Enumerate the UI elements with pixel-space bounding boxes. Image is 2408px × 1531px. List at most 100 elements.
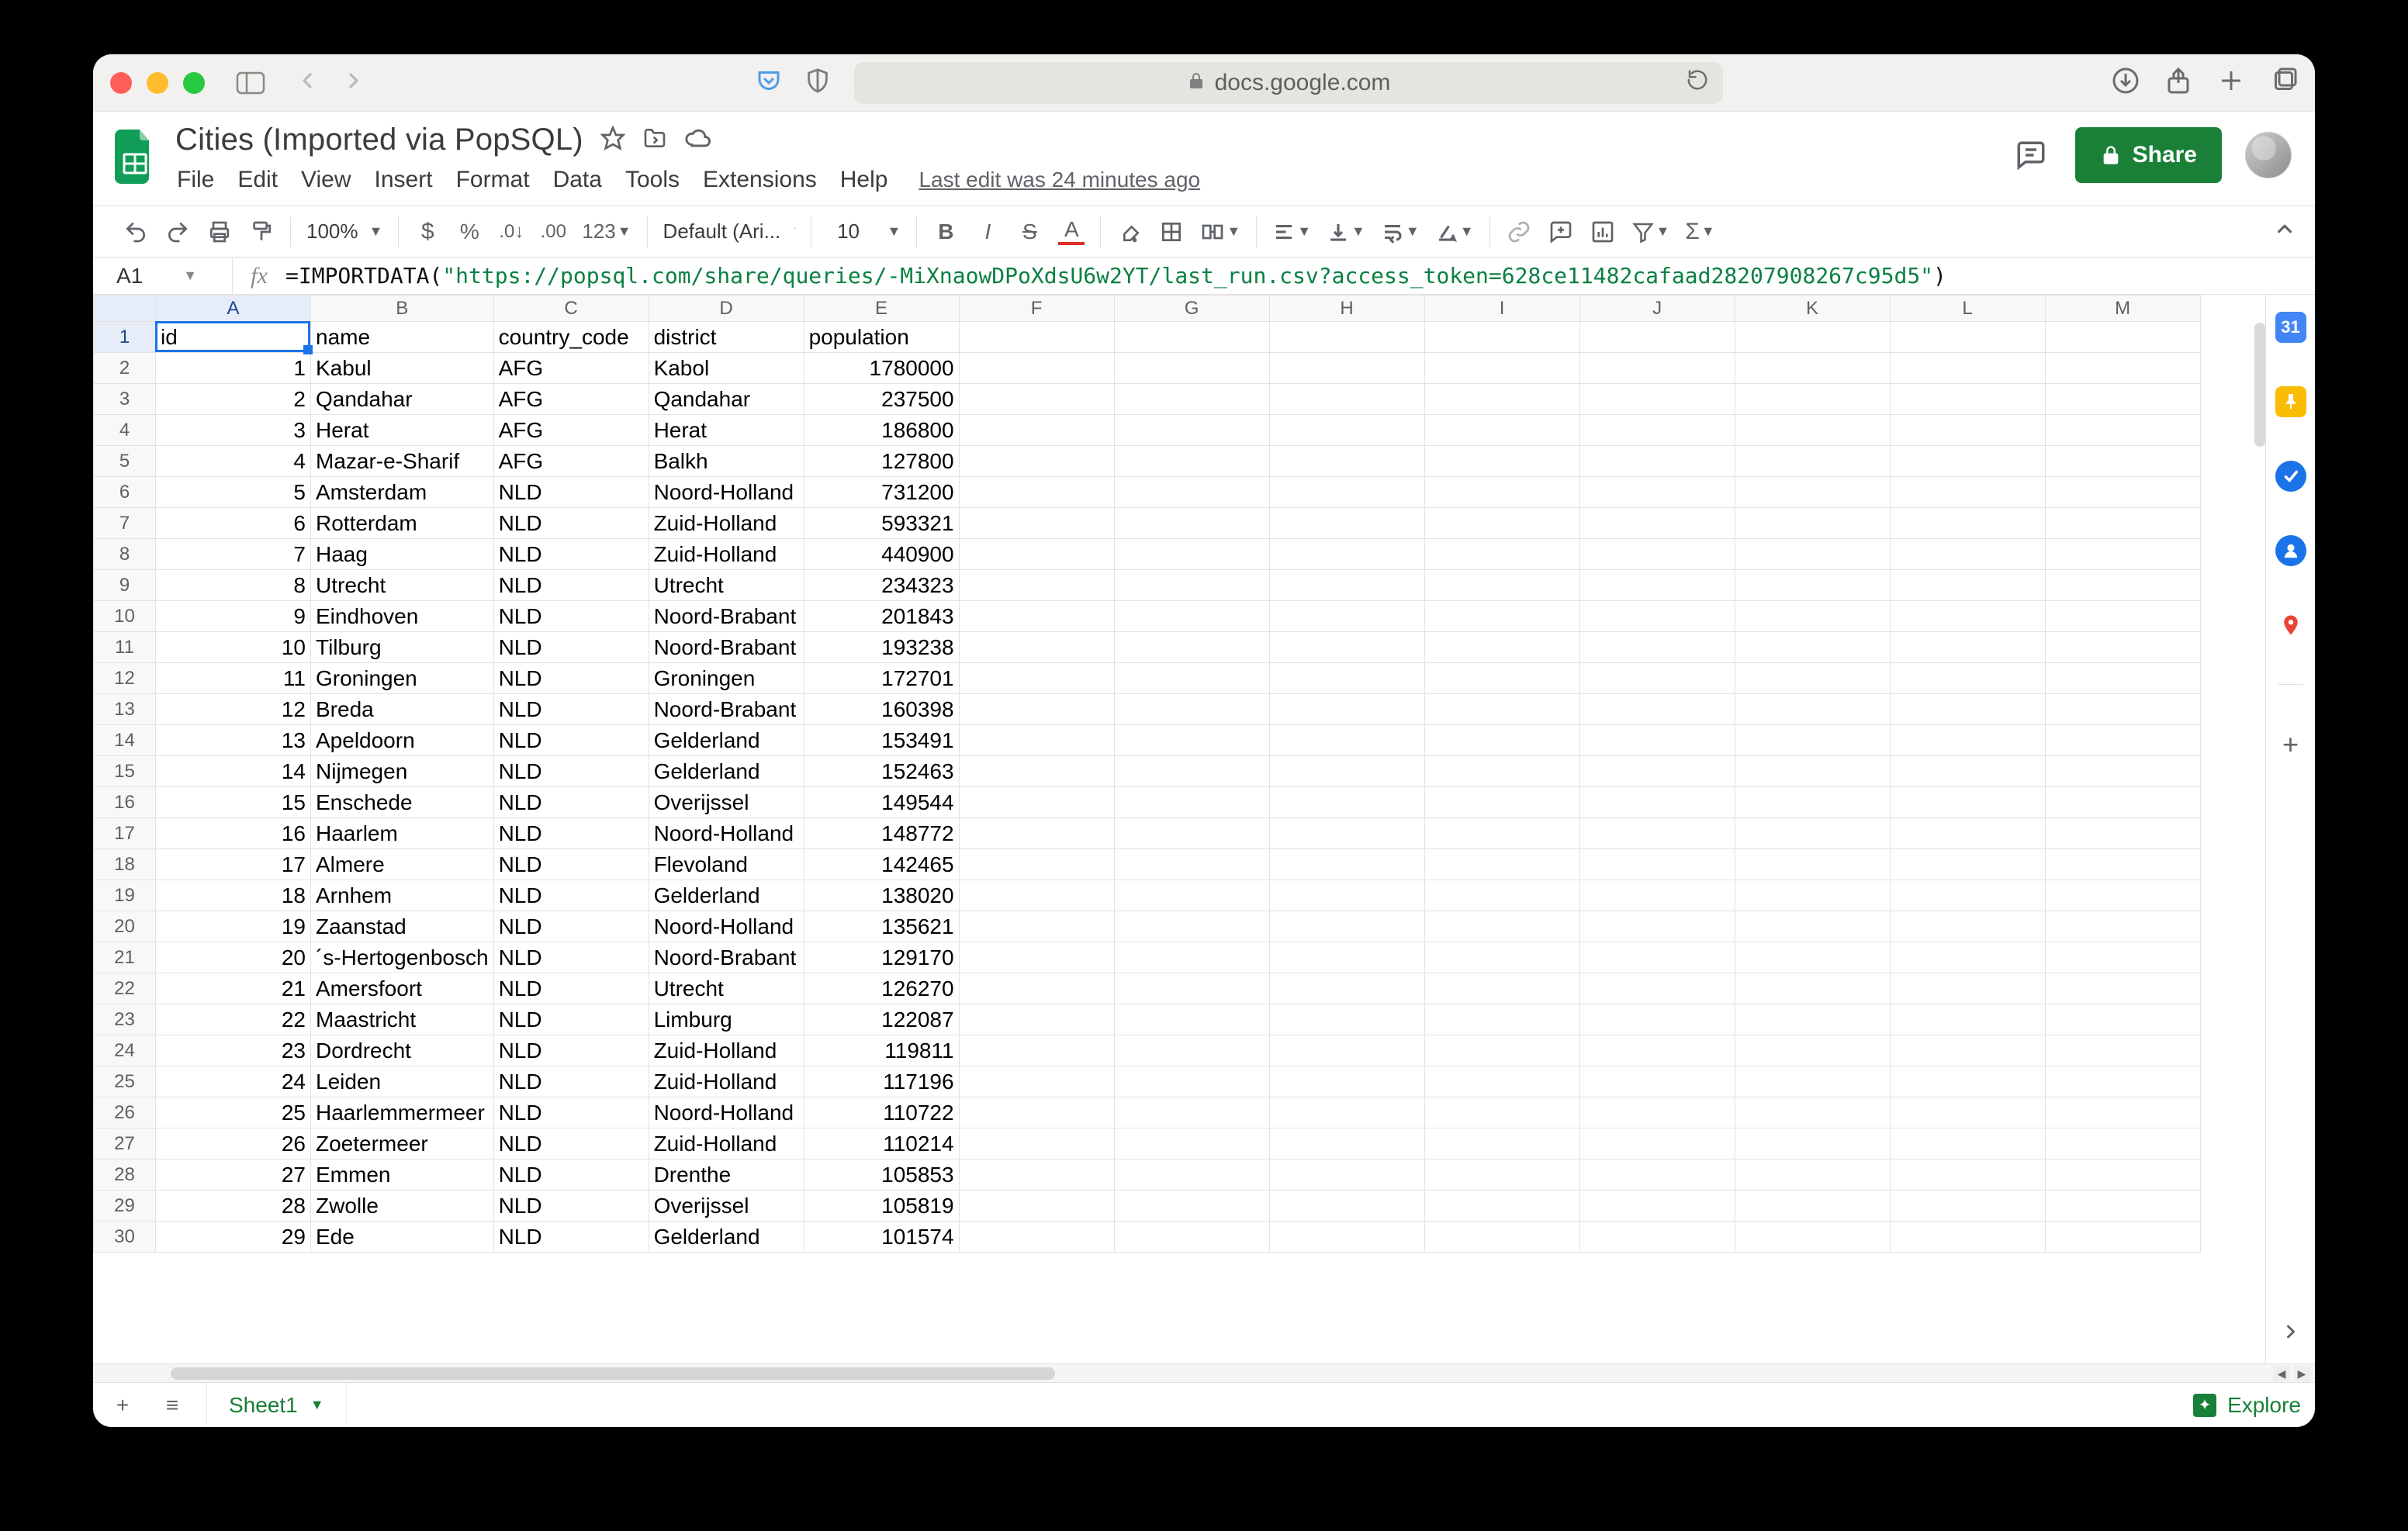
undo-icon[interactable] xyxy=(123,219,149,245)
cell[interactable] xyxy=(1735,818,1890,849)
cell[interactable] xyxy=(1735,1191,1890,1222)
cell[interactable] xyxy=(1735,1035,1890,1066)
cell[interactable] xyxy=(959,570,1114,601)
zoom-select[interactable]: 100%▼ xyxy=(306,219,382,244)
cell[interactable] xyxy=(959,787,1114,818)
cell[interactable] xyxy=(1890,880,2045,911)
borders-icon[interactable] xyxy=(1158,219,1185,245)
format-currency-icon[interactable]: $ xyxy=(414,219,441,245)
cell[interactable]: 5 xyxy=(156,477,311,508)
cell[interactable] xyxy=(959,539,1114,570)
cell[interactable]: 17 xyxy=(156,849,311,880)
more-formats-select[interactable]: 123▼ xyxy=(582,219,631,244)
window-close[interactable] xyxy=(110,72,132,94)
cell[interactable] xyxy=(1579,973,1735,1004)
cell[interactable]: Noord-Brabant xyxy=(649,601,804,632)
cell[interactable] xyxy=(1424,1191,1579,1222)
cell[interactable] xyxy=(1424,570,1579,601)
cell[interactable]: 6 xyxy=(156,508,311,539)
cell[interactable] xyxy=(1579,570,1735,601)
cell[interactable]: Amersfoort xyxy=(311,973,494,1004)
col-header[interactable]: B xyxy=(311,295,494,322)
cell[interactable] xyxy=(1579,1191,1735,1222)
cell[interactable] xyxy=(1269,1128,1424,1159)
cell[interactable]: Drenthe xyxy=(649,1159,804,1191)
doc-title[interactable]: Cities (Imported via PopSQL) xyxy=(175,123,583,157)
cell[interactable] xyxy=(1114,384,1269,415)
cell[interactable]: Haarlemmermeer xyxy=(311,1097,494,1128)
cell[interactable] xyxy=(1114,942,1269,973)
cell[interactable]: 117196 xyxy=(804,1066,959,1097)
menu-insert[interactable]: Insert xyxy=(375,167,433,193)
cell[interactable] xyxy=(1579,880,1735,911)
cell[interactable]: 126270 xyxy=(804,973,959,1004)
cell[interactable] xyxy=(959,942,1114,973)
row-header[interactable]: 17 xyxy=(94,818,156,849)
cell[interactable] xyxy=(1735,973,1890,1004)
cell[interactable]: 160398 xyxy=(804,694,959,725)
cell[interactable]: NLD xyxy=(493,880,649,911)
cell[interactable] xyxy=(959,849,1114,880)
cell[interactable]: Overijssel xyxy=(649,1191,804,1222)
merge-cells-icon[interactable]: ▼ xyxy=(1200,219,1240,244)
cell[interactable] xyxy=(959,725,1114,756)
cell[interactable] xyxy=(959,632,1114,663)
cell[interactable]: Groningen xyxy=(311,663,494,694)
cell[interactable] xyxy=(1424,508,1579,539)
cell[interactable] xyxy=(1114,1004,1269,1035)
cell[interactable] xyxy=(959,384,1114,415)
row-header[interactable]: 10 xyxy=(94,601,156,632)
cell[interactable]: NLD xyxy=(493,663,649,694)
strikethrough-icon[interactable]: S xyxy=(1016,219,1043,245)
cell[interactable] xyxy=(2045,570,2200,601)
cell[interactable] xyxy=(1890,818,2045,849)
cell[interactable]: 201843 xyxy=(804,601,959,632)
cell[interactable] xyxy=(1269,322,1424,353)
menu-view[interactable]: View xyxy=(301,167,351,193)
cell[interactable]: NLD xyxy=(493,942,649,973)
cell[interactable] xyxy=(959,818,1114,849)
cell[interactable]: NLD xyxy=(493,1004,649,1035)
cell[interactable] xyxy=(2045,1097,2200,1128)
cell[interactable]: NLD xyxy=(493,694,649,725)
cell[interactable] xyxy=(1890,787,2045,818)
cell[interactable]: AFG xyxy=(493,384,649,415)
cell[interactable] xyxy=(1890,1097,2045,1128)
scroll-left-icon[interactable]: ◀ xyxy=(2273,1366,2290,1381)
cell[interactable] xyxy=(2045,880,2200,911)
cell[interactable] xyxy=(1735,942,1890,973)
get-addons-icon[interactable]: + xyxy=(2282,728,2299,761)
cell[interactable] xyxy=(1114,415,1269,446)
col-header[interactable]: M xyxy=(2045,295,2200,322)
cell[interactable] xyxy=(959,973,1114,1004)
cell[interactable]: 25 xyxy=(156,1097,311,1128)
bold-icon[interactable]: B xyxy=(932,219,959,245)
col-header[interactable]: E xyxy=(804,295,959,322)
cell[interactable]: Zuid-Holland xyxy=(649,539,804,570)
cell[interactable] xyxy=(1890,725,2045,756)
cell[interactable] xyxy=(1424,1222,1579,1253)
cell[interactable] xyxy=(959,415,1114,446)
cell[interactable] xyxy=(1890,477,2045,508)
cell[interactable]: Amsterdam xyxy=(311,477,494,508)
text-wrap-icon[interactable]: ▼ xyxy=(1381,220,1420,244)
cell[interactable]: NLD xyxy=(493,539,649,570)
cell[interactable] xyxy=(1114,322,1269,353)
cell[interactable] xyxy=(1890,322,2045,353)
cell[interactable]: name xyxy=(311,322,494,353)
cell[interactable]: 19 xyxy=(156,911,311,942)
cell[interactable] xyxy=(2045,911,2200,942)
row-header[interactable]: 23 xyxy=(94,1004,156,1035)
cell[interactable] xyxy=(1269,1159,1424,1191)
cell[interactable] xyxy=(1890,942,2045,973)
cell[interactable]: 16 xyxy=(156,818,311,849)
functions-icon[interactable]: Σ▼ xyxy=(1685,219,1714,245)
cell[interactable]: NLD xyxy=(493,1128,649,1159)
cell[interactable]: 127800 xyxy=(804,446,959,477)
cell[interactable]: Haag xyxy=(311,539,494,570)
downloads-icon[interactable] xyxy=(2112,67,2140,98)
share-button[interactable]: Share xyxy=(2075,127,2222,183)
cell[interactable] xyxy=(1735,1128,1890,1159)
cell[interactable] xyxy=(1579,446,1735,477)
cell[interactable] xyxy=(1424,818,1579,849)
